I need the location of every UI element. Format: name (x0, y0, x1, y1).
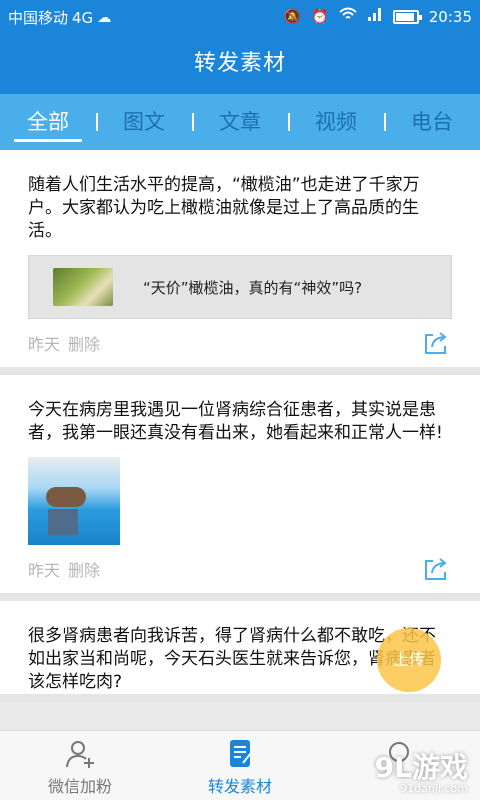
card-text: 随着人们生活水平的提高，“橄榄油”也走进了千家万户。大家都认为吃上橄榄油就像是过… (28, 175, 420, 241)
signal-icon (367, 7, 383, 26)
feed-card: 今天在病房里我遇见一位肾病综合征患者，其实说是患者，我第一眼还真没有看出来，她看… (0, 375, 480, 601)
nav-label: 转发素材 (207, 777, 272, 796)
feed-card: 随着人们生活水平的提高，“橄榄油”也走进了千家万户。大家都认为吃上橄榄油就像是过… (0, 150, 480, 375)
link-title: “天价”橄榄油，真的有“神效”吗? (143, 278, 363, 297)
tab-video[interactable]: 视频 (288, 94, 384, 150)
clock: 20:35 (428, 7, 472, 26)
upload-button[interactable]: 上传 (377, 628, 441, 692)
delete-button[interactable]: 删除 (68, 331, 100, 355)
status-left: 中国移动 4G ☁ (8, 7, 111, 28)
edit-doc-icon (230, 740, 252, 767)
delete-button[interactable]: 删除 (68, 557, 100, 581)
nav-wechat-fans[interactable]: 微信加粉 (0, 731, 160, 800)
cloud-icon: ☁ (97, 9, 112, 26)
watermark-logo: 9L游戏 91danji.com (374, 751, 468, 795)
wifi-icon (339, 7, 357, 26)
status-right: 🔕 ⏰ 20:35 (284, 7, 472, 26)
tab-image-text[interactable]: 图文 (96, 94, 192, 150)
share-icon[interactable] (422, 329, 450, 357)
alarm-icon: ⏰ (311, 8, 329, 25)
post-date: 昨天 (28, 335, 61, 354)
link-thumbnail (53, 268, 113, 306)
nav-forward-material[interactable]: 转发素材 (160, 731, 320, 800)
tab-article[interactable]: 文章 (192, 94, 288, 150)
tab-radio[interactable]: 电台 (384, 94, 480, 150)
app-header: 转发素材 (0, 34, 480, 94)
post-date: 昨天 (28, 561, 61, 580)
link-preview[interactable]: “天价”橄榄油，真的有“神效”吗? (28, 255, 452, 319)
nav-label: 微信加粉 (47, 777, 112, 796)
battery-icon (392, 9, 422, 24)
network-type: 4G (72, 8, 94, 27)
add-user-icon (66, 741, 94, 768)
carrier-name: 中国移动 (8, 9, 69, 27)
card-footer: 昨天 删除 (28, 319, 452, 367)
card-footer: 昨天 删除 (28, 545, 452, 593)
tab-bar: 全部 图文 文章 视频 电台 (0, 94, 480, 150)
status-bar: 中国移动 4G ☁ 🔕 ⏰ 20:35 (0, 0, 480, 34)
mute-icon: 🔕 (283, 8, 302, 25)
post-photo[interactable] (28, 457, 120, 545)
page-title: 转发素材 (193, 51, 286, 76)
card-text: 今天在病房里我遇见一位肾病综合征患者，其实说是患者，我第一眼还真没有看出来，她看… (28, 400, 443, 443)
share-icon[interactable] (422, 555, 450, 583)
tab-all[interactable]: 全部 (0, 94, 96, 150)
